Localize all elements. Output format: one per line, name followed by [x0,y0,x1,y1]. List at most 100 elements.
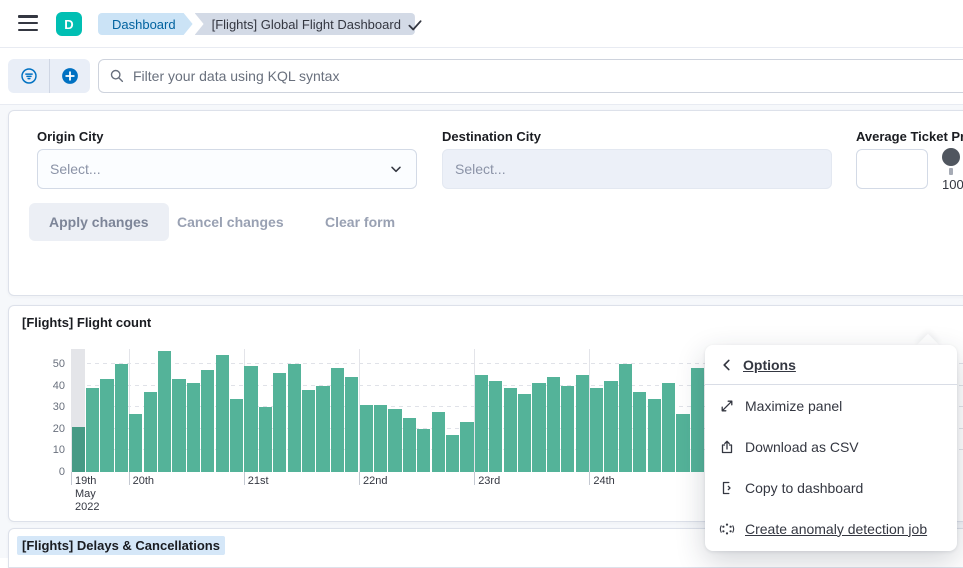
menu-item-create-anomaly-job[interactable]: Create anomaly detection job [705,508,957,549]
x-tick-label: 20th [133,475,154,488]
y-tick-label: 0 [59,466,65,478]
x-tick-label: 19th May 2022 [75,475,99,514]
bar [403,418,416,472]
bar [446,435,459,472]
chevron-left-icon [719,357,735,373]
x-tick-label: 22nd [363,475,387,488]
options-back-button[interactable]: Options [705,345,957,385]
x-tick-label: 21st [248,475,269,488]
bar [561,386,574,472]
download-icon [719,439,735,455]
kql-search-input[interactable] [133,68,961,84]
y-tick-label: 30 [53,401,65,413]
saved-query-menu-button[interactable] [8,59,49,93]
bar [86,388,99,472]
bar [432,412,445,472]
options-menu-title: Options [743,357,796,373]
menu-item-download-csv[interactable]: Download as CSV [705,426,957,467]
breadcrumb: Dashboard [Flights] Global Flight Dashbo… [98,13,415,35]
cancel-changes-button[interactable]: Cancel changes [177,203,284,241]
bar [619,364,632,472]
bar [129,414,142,472]
bar [115,364,128,472]
y-tick-label: 50 [53,358,65,370]
chevron-down-icon [388,161,404,177]
menu-item-copy-to-dashboard[interactable]: Copy to dashboard [705,467,957,508]
y-tick-label: 10 [53,444,65,456]
bar [518,394,531,472]
avg-ticket-price-input[interactable] [856,149,928,189]
bar [144,392,157,472]
y-axis-labels: 01020304050 [39,349,65,472]
bar [489,381,502,472]
price-slider-value: 100 [942,177,963,192]
add-filter-button[interactable] [49,59,90,93]
check-icon [406,16,424,34]
bar [100,379,113,472]
copy-icon [719,480,735,496]
destination-city-label: Destination City [442,129,541,144]
x-tick [474,472,475,485]
bar [417,429,430,472]
breadcrumb-current-dashboard[interactable]: [Flights] Global Flight Dashboard [195,13,415,35]
bar [201,370,214,472]
bar [691,368,704,472]
bar [273,373,286,472]
bar [388,409,401,472]
delays-panel-title: [Flights] Delays & Cancellations [17,536,225,555]
bar [244,366,257,472]
bar [648,399,661,472]
bar [547,377,560,472]
menu-icon[interactable] [18,15,38,33]
x-tick [129,472,130,485]
bar [259,407,272,472]
filter-button-group [8,59,90,93]
bar [532,383,545,472]
clear-form-button[interactable]: Clear form [325,203,395,241]
bar [576,375,589,472]
x-tick [359,472,360,485]
origin-city-select[interactable]: Select... [37,149,417,189]
bar [230,399,243,472]
breadcrumb-dashboard[interactable]: Dashboard [98,13,193,35]
menu-item-label: Create anomaly detection job [745,521,927,537]
bar [158,351,171,472]
x-tick-label: 24th [593,475,614,488]
flight-count-panel-title: [Flights] Flight count [17,313,156,332]
price-slider-handle[interactable] [942,148,960,166]
bar [345,377,358,472]
plus-circle-icon [61,67,79,85]
controls-panel: Origin City Select... Destination City S… [8,110,963,296]
menu-item-label: Maximize panel [745,398,842,414]
space-avatar[interactable]: D [56,12,82,36]
bar [475,375,488,472]
apply-changes-button[interactable]: Apply changes [29,203,169,241]
bar [633,392,646,472]
bar [590,388,603,472]
app-header: D Dashboard [Flights] Global Flight Dash… [0,0,963,48]
bar [316,386,329,472]
menu-item-maximize-panel[interactable]: Maximize panel [705,385,957,426]
x-tick-label: 23rd [478,475,500,488]
maximize-icon [719,398,735,414]
x-tick [71,472,72,485]
x-tick [589,472,590,485]
bar [604,381,617,472]
destination-city-select[interactable]: Select... [442,149,832,189]
avg-ticket-price-label: Average Ticket Price [856,129,963,144]
bar [331,368,344,472]
bar [72,427,85,472]
filter-icon [20,67,38,85]
bar [360,405,373,472]
origin-city-placeholder: Select... [50,161,101,177]
bar [504,388,517,472]
bar [172,379,185,472]
destination-city-placeholder: Select... [455,161,506,177]
bar [216,355,229,472]
bar [302,390,315,472]
bar [460,422,473,472]
origin-city-label: Origin City [37,129,103,144]
menu-item-label: Copy to dashboard [745,480,863,496]
kql-search-box [98,59,963,93]
menu-item-label: Download as CSV [745,439,859,455]
